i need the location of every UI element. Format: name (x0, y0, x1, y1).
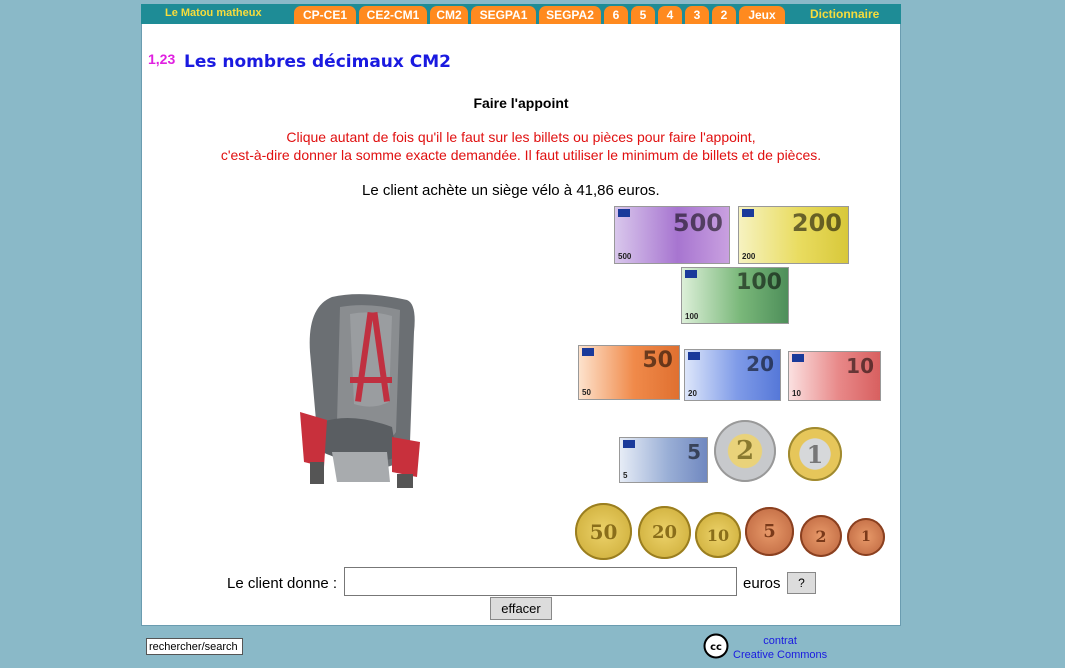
cc-line-1: contrat (763, 635, 797, 647)
page-title: Les nombres décimaux CM2 (184, 52, 452, 72)
coin-1-euro[interactable]: 1 (788, 427, 842, 481)
top-nav-bar: Le Matou matheux CP-CE1 CE2-CM1 CM2 SEGP… (141, 4, 901, 24)
eu-flag-icon (685, 270, 697, 278)
coin-2-euro[interactable]: 2 (714, 420, 776, 482)
tab-segpa2[interactable]: SEGPA2 (539, 6, 601, 24)
tab-2[interactable]: 2 (712, 6, 736, 24)
help-button[interactable]: ? (787, 572, 816, 594)
note-500-euro[interactable]: 500 500 (614, 206, 730, 264)
svg-text:cc: cc (710, 642, 722, 653)
coin-5-cent[interactable]: 5 (745, 507, 794, 556)
eu-flag-icon (582, 348, 594, 356)
currency-label: euros (743, 575, 781, 592)
tab-5[interactable]: 5 (631, 6, 655, 24)
tab-jeux[interactable]: Jeux (739, 6, 785, 24)
note-50-euro[interactable]: 50 50 (578, 345, 680, 400)
instruction-line-1: Clique autant de fois qu'il le faut sur … (286, 129, 756, 145)
note-10-euro[interactable]: 10 10 (788, 351, 881, 401)
eu-flag-icon (792, 354, 804, 362)
tab-6[interactable]: 6 (604, 6, 628, 24)
coin-10-cent[interactable]: 10 (695, 512, 741, 558)
main-panel: 1,23 Les nombres décimaux CM2 Faire l'ap… (141, 24, 901, 626)
cc-line-2: Creative Commons (733, 649, 828, 661)
exercise-instructions: Clique autant de fois qu'il le faut sur … (142, 128, 900, 164)
tab-3[interactable]: 3 (685, 6, 709, 24)
eu-flag-icon (618, 209, 630, 217)
tab-ce2-cm1[interactable]: CE2-CM1 (359, 6, 427, 24)
search-input[interactable] (146, 638, 243, 655)
tab-4[interactable]: 4 (658, 6, 682, 24)
clear-button[interactable]: effacer (490, 597, 552, 620)
dictionary-link[interactable]: Dictionnaire (810, 7, 879, 21)
note-20-euro[interactable]: 20 20 (684, 349, 781, 401)
give-label: Le client donne : (227, 575, 338, 592)
coin-20-cent[interactable]: 20 (638, 506, 691, 559)
note-5-euro[interactable]: 5 5 (619, 437, 708, 483)
coin-50-cent[interactable]: 50 (575, 503, 632, 560)
creative-commons-link[interactable]: contrat Creative Commons (733, 634, 827, 662)
note-100-euro[interactable]: 100 100 (681, 267, 789, 324)
question-text: Le client achète un siège vélo à 41,86 e… (362, 182, 660, 199)
site-brand-link[interactable]: Le Matou matheux (165, 7, 262, 19)
coin-1-cent[interactable]: 1 (847, 518, 885, 556)
eu-flag-icon (742, 209, 754, 217)
instruction-line-2: c'est-à-dire donner la somme exacte dema… (220, 147, 822, 163)
eu-flag-icon (623, 440, 635, 448)
note-200-euro[interactable]: 200 200 (738, 206, 849, 264)
site-logo: 1,23 (148, 51, 176, 67)
tab-cp-ce1[interactable]: CP-CE1 (294, 6, 356, 24)
eu-flag-icon (688, 352, 700, 360)
exercise-title: Faire l'appoint (473, 95, 569, 111)
amount-input[interactable] (344, 567, 737, 596)
tab-cm2[interactable]: CM2 (430, 6, 468, 24)
tab-segpa1[interactable]: SEGPA1 (471, 6, 536, 24)
bike-seat-image (300, 294, 420, 488)
creative-commons-icon[interactable]: cc (703, 633, 729, 659)
coin-2-cent[interactable]: 2 (800, 515, 842, 557)
